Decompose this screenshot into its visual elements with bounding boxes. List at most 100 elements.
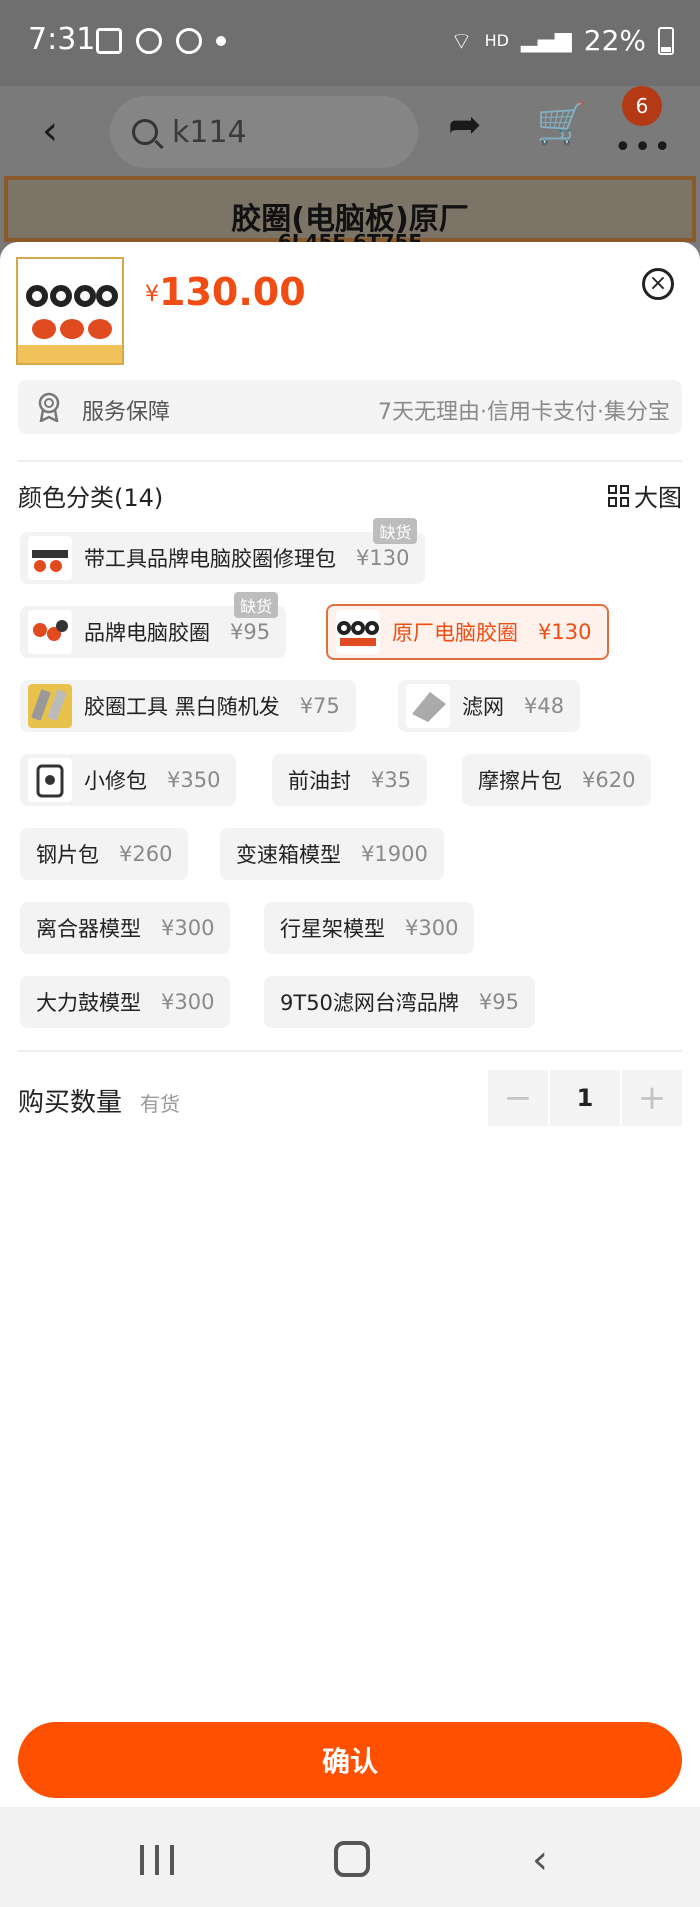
option-price: ¥130 xyxy=(538,620,592,644)
option-thumbnail xyxy=(28,684,72,728)
close-icon[interactable]: × xyxy=(642,268,674,300)
option-price: ¥35 xyxy=(371,768,412,792)
battery-icon xyxy=(658,26,674,55)
wifi-icon: ⌔ xyxy=(450,26,473,55)
cart-badge: 6 xyxy=(622,86,662,126)
service-label: 服务保障 xyxy=(82,400,171,425)
option-price: ¥130 xyxy=(356,546,410,570)
option-label: 滤网 xyxy=(462,695,504,719)
battery-level: 22% xyxy=(583,24,646,57)
ring-shape xyxy=(96,285,118,307)
option-chip[interactable]: 大力鼓模型 ¥300 xyxy=(20,976,231,1028)
share-icon[interactable]: ➦ xyxy=(448,102,482,148)
quantity-stepper: − 1 + xyxy=(488,1070,682,1126)
search-bar[interactable]: k114 xyxy=(110,96,418,168)
option-chip[interactable]: 滤网 ¥48 xyxy=(398,680,581,732)
gallery-icon xyxy=(96,28,122,54)
option-chip[interactable]: 9T50滤网台湾品牌 ¥95 xyxy=(264,976,536,1028)
back-icon[interactable]: ‹ xyxy=(42,108,58,154)
thumbnail-caption-decoration xyxy=(28,265,112,277)
more-icon[interactable]: ••• xyxy=(614,130,673,165)
cart-icon[interactable]: 🛒 xyxy=(536,100,586,147)
option-price: ¥1900 xyxy=(361,842,428,866)
option-label: 品牌电脑胶圈 xyxy=(84,621,210,645)
option-chip[interactable]: 变速箱模型 ¥1900 xyxy=(220,828,444,880)
option-chip-selected[interactable]: 原厂电脑胶圈 ¥130 xyxy=(326,604,610,660)
notification-icons xyxy=(96,28,226,54)
option-price: ¥48 xyxy=(524,694,565,718)
gasket-image-icon xyxy=(33,620,68,641)
status-time: 7:31 xyxy=(28,22,96,57)
currency-symbol: ¥ xyxy=(145,282,159,307)
search-icon xyxy=(132,119,158,145)
option-price: ¥620 xyxy=(582,768,636,792)
divider xyxy=(18,1050,682,1052)
red-seal-shape xyxy=(32,319,56,339)
option-price: ¥300 xyxy=(161,916,215,940)
option-label: 摩擦片包 xyxy=(478,769,562,793)
status-right: ⌔ HD ▂▄▆ 22% xyxy=(450,24,674,57)
option-label: 9T50滤网台湾品牌 xyxy=(280,991,459,1015)
option-chip[interactable]: 品牌电脑胶圈 ¥95 缺货 xyxy=(20,592,287,658)
grid-icon xyxy=(608,484,630,507)
option-chip[interactable]: 离合器模型 ¥300 xyxy=(20,902,231,954)
option-chip[interactable]: 行星架模型 ¥300 xyxy=(264,902,475,954)
status-bar: 7:31 ⌔ HD ▂▄▆ 22% xyxy=(0,0,700,86)
product-thumbnail[interactable] xyxy=(16,257,124,365)
option-label: 变速箱模型 xyxy=(236,843,341,867)
thumbnail-footer-decoration xyxy=(18,345,122,363)
option-price: ¥300 xyxy=(405,916,459,940)
option-thumbnail xyxy=(28,536,72,580)
search-text: k114 xyxy=(172,114,247,150)
quantity-value[interactable]: 1 xyxy=(550,1070,620,1126)
home-icon[interactable] xyxy=(334,1841,370,1877)
divider xyxy=(18,460,682,462)
ring-shape xyxy=(50,285,72,307)
repair-kit-image-icon xyxy=(36,764,64,798)
option-label: 行星架模型 xyxy=(280,917,385,941)
system-navigation-bar: ‹ xyxy=(0,1807,700,1907)
option-price: ¥75 xyxy=(299,694,340,718)
taobao-icon xyxy=(136,28,162,54)
badge-icon xyxy=(38,392,60,422)
out-of-stock-badge: 缺货 xyxy=(373,518,418,544)
option-chip[interactable]: 钢片包 ¥260 xyxy=(20,828,189,880)
stock-status: 有货 xyxy=(140,1092,180,1116)
confirm-button[interactable]: 确认 xyxy=(18,1722,682,1798)
section-title: 颜色分类(14) xyxy=(18,484,164,512)
option-label: 前油封 xyxy=(288,769,351,793)
big-image-toggle[interactable]: 大图 xyxy=(608,478,682,513)
option-label: 原厂电脑胶圈 xyxy=(392,621,518,645)
option-chip[interactable]: 前油封 ¥35 xyxy=(272,754,428,806)
option-label: 大力鼓模型 xyxy=(36,991,141,1015)
option-price: ¥300 xyxy=(161,990,215,1014)
option-price: ¥95 xyxy=(478,990,520,1014)
option-chip[interactable]: 小修包 ¥350 xyxy=(20,754,237,806)
service-guarantee[interactable]: 服务保障 7天无理由·信用卡支付·集分宝 xyxy=(18,380,682,434)
option-thumbnail xyxy=(406,684,450,728)
option-price: ¥350 xyxy=(167,768,221,792)
option-price: ¥95 xyxy=(230,620,271,644)
option-chip[interactable]: 摩擦片包 ¥620 xyxy=(462,754,652,806)
decrease-button[interactable]: − xyxy=(488,1070,548,1126)
option-price: ¥260 xyxy=(119,842,173,866)
option-thumbnail xyxy=(336,610,380,654)
option-chip[interactable]: 胶圈工具 黑白随机发 ¥75 xyxy=(20,680,356,732)
option-chip[interactable]: 带工具品牌电脑胶圈修理包 ¥130 缺货 xyxy=(20,518,426,584)
wechat-icon xyxy=(176,28,202,54)
sku-selection-sheet: ¥130.00 × 服务保障 7天无理由·信用卡支付·集分宝 颜色分类(14) … xyxy=(0,242,700,1807)
price: ¥130.00 xyxy=(145,270,306,314)
option-label: 小修包 xyxy=(84,769,147,793)
product-banner: 胶圈(电脑板)原厂 6L45E 6T75E xyxy=(4,176,696,254)
product-nav-bar: ‹ k114 ➦ 🛒 ••• 6 xyxy=(0,86,700,176)
network-label: HD xyxy=(484,31,509,50)
price-value: 130.00 xyxy=(159,270,306,314)
system-back-icon[interactable]: ‹ xyxy=(532,1837,548,1883)
ring-shape xyxy=(26,285,48,307)
recent-apps-icon[interactable] xyxy=(140,1845,174,1875)
service-text: 7天无理由·信用卡支付·集分宝 xyxy=(378,400,670,425)
option-label: 胶圈工具 黑白随机发 xyxy=(84,695,280,719)
quantity-label: 购买数量 xyxy=(18,1088,123,1118)
option-label: 带工具品牌电脑胶圈修理包 xyxy=(84,547,336,571)
increase-button[interactable]: + xyxy=(622,1070,682,1126)
